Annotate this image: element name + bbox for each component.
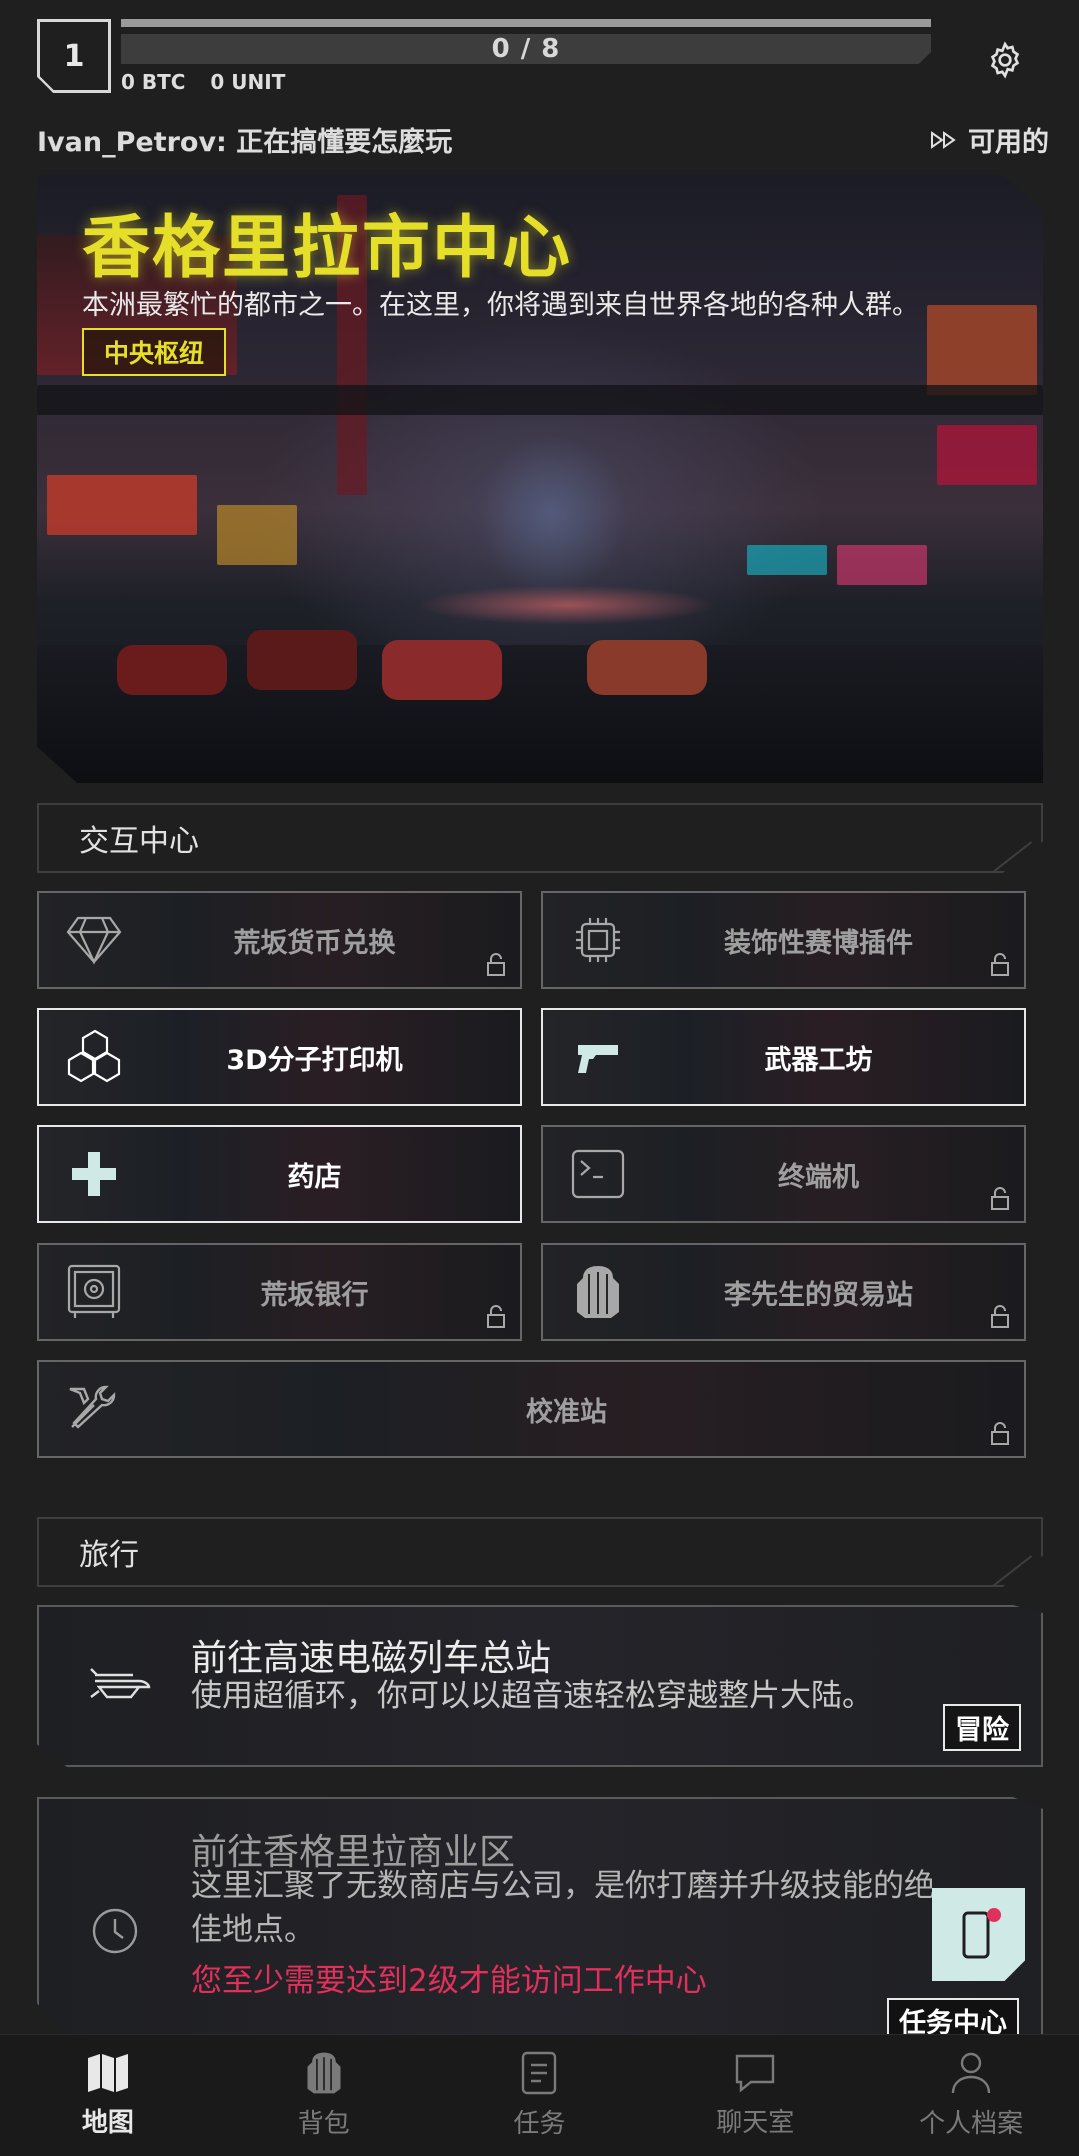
tile-label: 荒坂银行 bbox=[260, 1279, 369, 1311]
tile-label: 校准站 bbox=[526, 1396, 607, 1428]
safe-icon bbox=[67, 1264, 121, 1318]
backpack-icon bbox=[307, 2052, 341, 2094]
travel-card-maglev-station[interactable]: 前往高速电磁列车总站 使用超循环，你可以以超音速轻松穿越整片大陆。 冒险 bbox=[37, 1605, 1043, 1767]
gear-icon bbox=[990, 41, 1020, 79]
lock-icon bbox=[991, 1305, 1009, 1328]
tile-calibration-station[interactable]: 校准站 bbox=[37, 1360, 1026, 1458]
nav-label: 任务 bbox=[513, 2109, 566, 2139]
phone-notification-icon bbox=[962, 1907, 1001, 1958]
mission-center-button[interactable] bbox=[932, 1888, 1025, 1981]
nav-item-tasks[interactable]: 任务 bbox=[432, 2035, 648, 2156]
section-travel: 旅行 bbox=[37, 1517, 1043, 1587]
bottom-navigation: 地图 背包 任务 聊天室 个人档案 bbox=[0, 2034, 1079, 2156]
lock-icon bbox=[991, 1422, 1009, 1445]
tile-mr-lee-trading-post[interactable]: 李先生的贸易站 bbox=[541, 1243, 1026, 1341]
chip-icon bbox=[576, 918, 620, 962]
level-requirement-warning: 您至少需要达到2级才能访问工作中心 bbox=[191, 1963, 707, 1999]
xp-text: 0 / 8 bbox=[491, 34, 561, 64]
user-icon bbox=[951, 2052, 991, 2094]
currency-display: 0 BTC 0 UNIT bbox=[121, 70, 303, 94]
btc-balance: 0 BTC bbox=[121, 70, 186, 94]
tile-terminal[interactable]: 终端机 bbox=[541, 1125, 1026, 1223]
nav-label: 个人档案 bbox=[919, 2109, 1024, 2139]
tile-cosmetic-cyberware[interactable]: 装饰性赛博插件 bbox=[541, 891, 1026, 989]
unit-balance: 0 UNIT bbox=[210, 70, 286, 94]
tile-pharmacy[interactable]: 药店 bbox=[37, 1125, 522, 1223]
backpack-icon bbox=[577, 1266, 619, 1318]
tile-currency-exchange[interactable]: 荒坂货币兑换 bbox=[37, 891, 522, 989]
xp-progress-bar: 0 / 8 bbox=[121, 34, 931, 64]
train-icon bbox=[90, 1668, 151, 1699]
chat-icon bbox=[736, 2054, 775, 2093]
gun-icon bbox=[578, 1045, 618, 1073]
tile-3d-molecular-printer[interactable]: 3D分子打印机 bbox=[37, 1008, 522, 1106]
nav-label: 聊天室 bbox=[716, 2108, 795, 2138]
nav-label: 背包 bbox=[297, 2109, 350, 2139]
player-status: Ivan_Petrov: 正在搞懂要怎麼玩 bbox=[37, 127, 453, 158]
tile-label: 终端机 bbox=[778, 1161, 859, 1193]
section-title: 交互中心 bbox=[79, 824, 199, 859]
map-icon bbox=[87, 2054, 128, 2092]
molecule-icon bbox=[67, 1029, 121, 1083]
nav-item-chat[interactable]: 聊天室 bbox=[647, 2035, 863, 2156]
district-description: 本洲最繁忙的都市之一。在这里，你将遇到来自世界各地的各种人群。 bbox=[82, 290, 919, 321]
document-icon bbox=[522, 2051, 557, 2095]
tile-label: 3D分子打印机 bbox=[226, 1044, 403, 1076]
settings-button[interactable] bbox=[985, 40, 1025, 80]
card-description-line2: 佳地点。 bbox=[191, 1912, 315, 1948]
clock-icon bbox=[92, 1908, 138, 1954]
tile-label: 李先生的贸易站 bbox=[724, 1279, 913, 1311]
lock-icon bbox=[487, 953, 505, 976]
district-tag: 中央枢纽 bbox=[82, 328, 227, 376]
card-description-line1: 这里汇聚了无数商店与公司，是你打磨并升级技能的绝 bbox=[191, 1868, 935, 1904]
fast-forward-icon bbox=[931, 130, 956, 149]
level-number: 1 bbox=[63, 38, 85, 74]
section-interaction-center: 交互中心 bbox=[37, 803, 1043, 873]
tile-arasaka-bank[interactable]: 荒坂银行 bbox=[37, 1243, 522, 1341]
available-button[interactable]: 可用的 bbox=[930, 120, 1049, 159]
lock-icon bbox=[487, 1305, 505, 1328]
terminal-icon bbox=[571, 1149, 625, 1199]
district-title: 香格里拉市中心 bbox=[82, 209, 573, 288]
lock-icon bbox=[991, 953, 1009, 976]
level-badge: 1 bbox=[37, 19, 111, 93]
tile-label: 药店 bbox=[287, 1161, 342, 1193]
nav-item-map[interactable]: 地图 bbox=[0, 2035, 216, 2156]
plus-icon bbox=[72, 1152, 116, 1196]
available-label: 可用的 bbox=[968, 127, 1049, 158]
nav-label: 地图 bbox=[81, 2108, 134, 2138]
tile-label: 荒坂货币兑换 bbox=[233, 927, 396, 959]
nav-item-profile[interactable]: 个人档案 bbox=[863, 2035, 1079, 2156]
card-title: 前往高速电磁列车总站 bbox=[191, 1638, 552, 1679]
nav-item-backpack[interactable]: 背包 bbox=[216, 2035, 432, 2156]
tile-label: 装饰性赛博插件 bbox=[724, 927, 913, 959]
card-description: 使用超循环，你可以以超音速轻松穿越整片大陆。 bbox=[191, 1678, 873, 1714]
lock-icon bbox=[991, 1187, 1009, 1210]
tile-weapon-workshop[interactable]: 武器工坊 bbox=[541, 1008, 1026, 1106]
tools-icon bbox=[69, 1385, 116, 1429]
diamond-icon bbox=[66, 916, 122, 965]
adventure-button[interactable]: 冒险 bbox=[943, 1704, 1021, 1751]
section-title: 旅行 bbox=[79, 1538, 139, 1573]
xp-bar-top bbox=[121, 19, 931, 27]
tile-label: 武器工坊 bbox=[764, 1044, 873, 1076]
